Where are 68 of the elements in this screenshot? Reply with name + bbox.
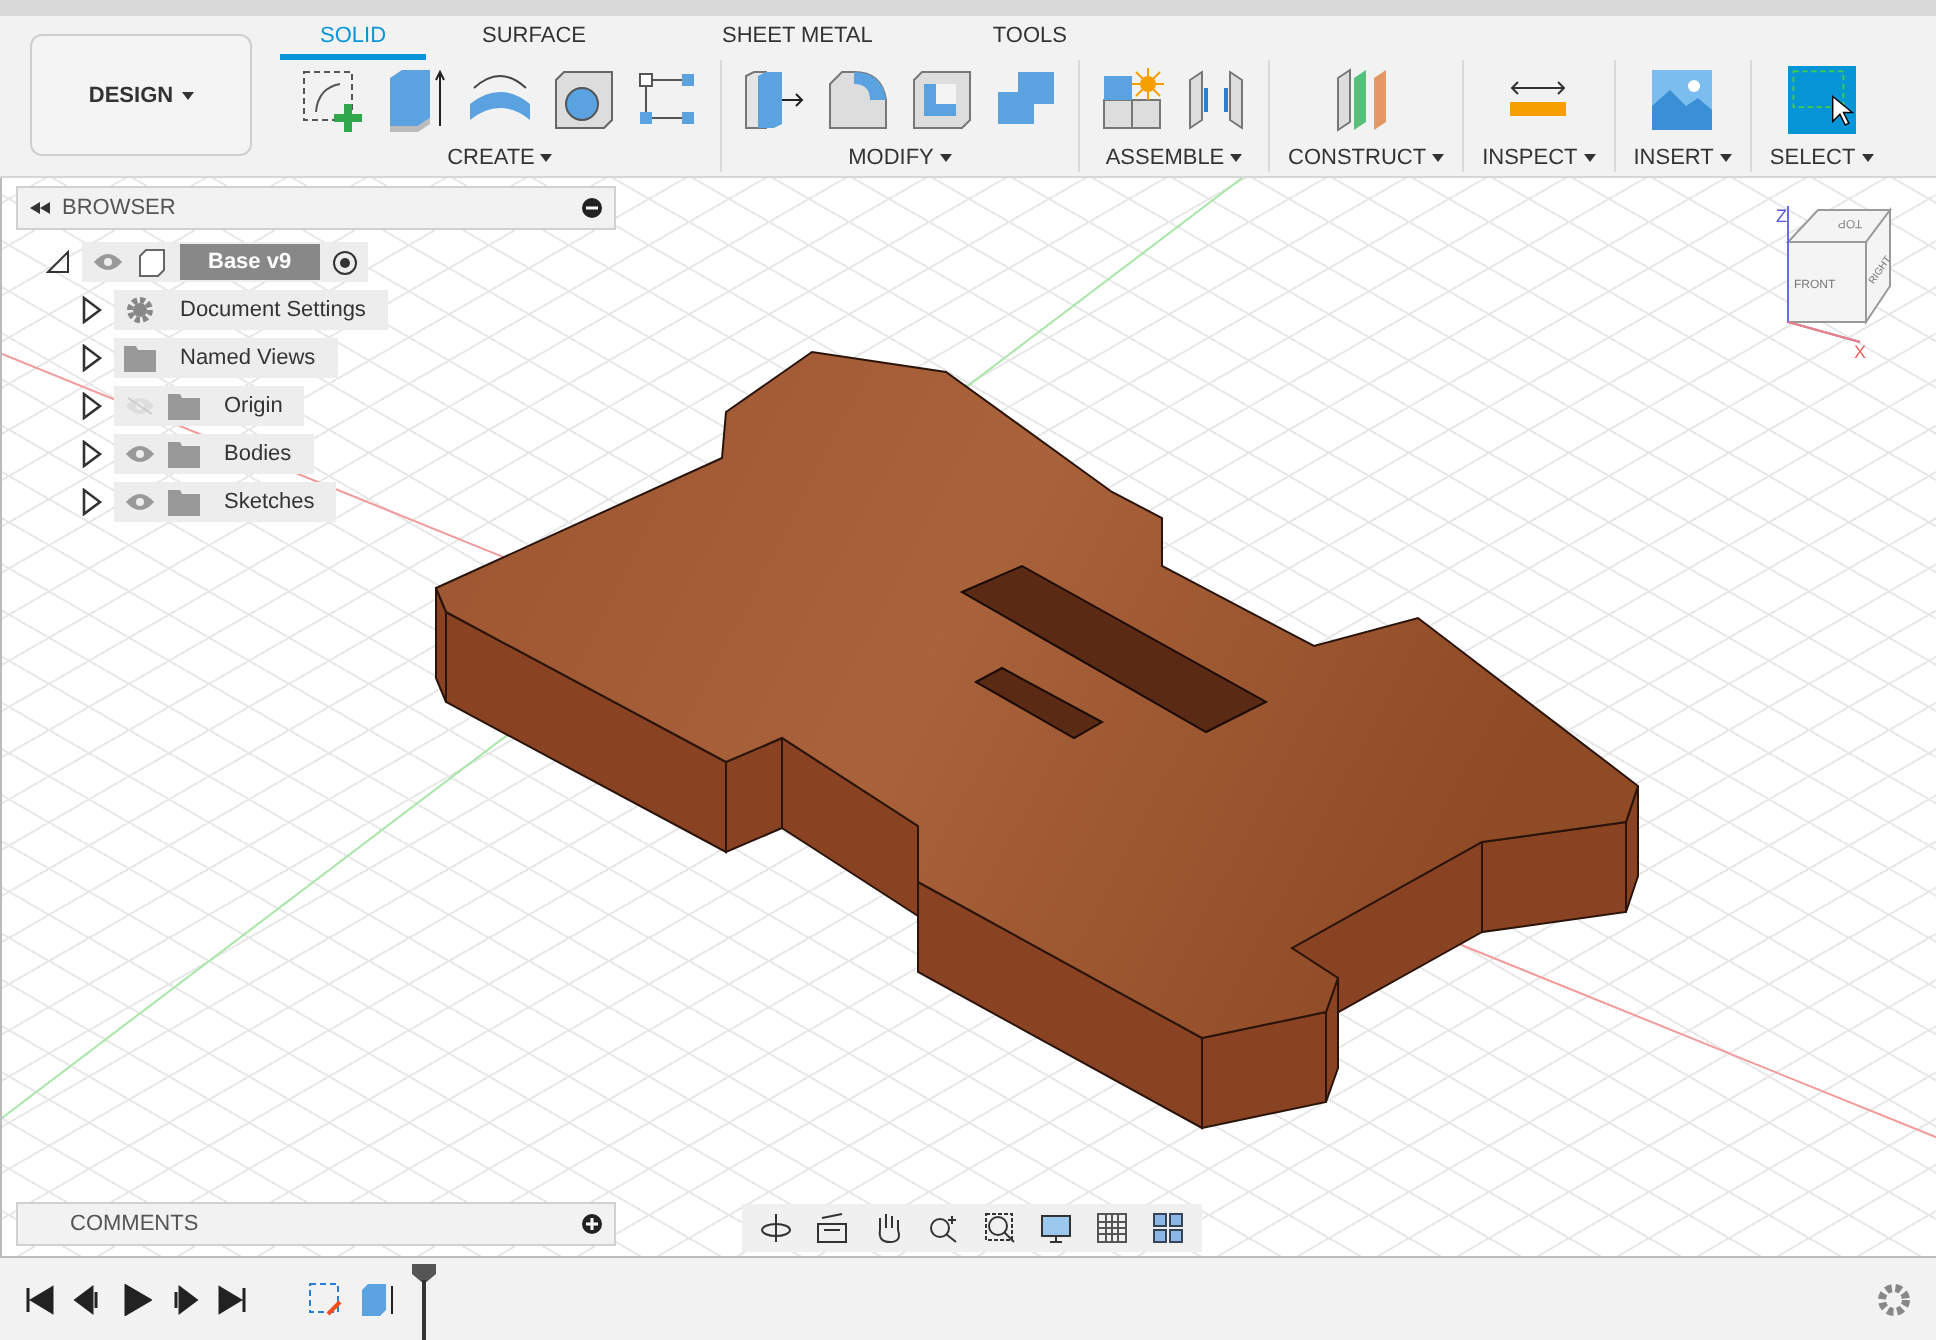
- orbit-icon: [760, 1212, 792, 1244]
- caret-icon: [1432, 154, 1445, 162]
- tool-group-menu[interactable]: MODIFY: [848, 146, 952, 170]
- play-icon[interactable]: [120, 1283, 152, 1315]
- panel-title: BROWSER: [62, 196, 178, 220]
- workspace-menu-button[interactable]: DESIGN: [30, 34, 252, 156]
- expand-icon[interactable]: [82, 440, 102, 468]
- caret-icon: [1719, 154, 1732, 162]
- expand-icon[interactable]: [82, 392, 102, 420]
- caret-icon: [1583, 154, 1596, 162]
- last-icon[interactable]: [216, 1283, 248, 1315]
- select-icon: [1787, 62, 1856, 138]
- tool-button[interactable]: [298, 66, 366, 134]
- toolbar-tab[interactable]: TOOLS: [952, 16, 1107, 60]
- expand-icon[interactable]: [82, 488, 102, 516]
- tool-group-menu[interactable]: SELECT: [1769, 146, 1874, 170]
- viewports-icon: [1152, 1212, 1184, 1244]
- previous-icon[interactable]: [72, 1283, 104, 1315]
- tool-group-menu[interactable]: INSERT: [1633, 146, 1732, 170]
- caret-icon: [181, 91, 194, 99]
- sketch-feature-icon[interactable]: [308, 1281, 344, 1317]
- caret-icon: [1861, 154, 1874, 162]
- camera-icon: [816, 1212, 848, 1244]
- caret-icon: [939, 154, 952, 162]
- settings-icon[interactable]: [1876, 1282, 1912, 1318]
- hole-icon: [552, 68, 616, 132]
- toolbar-tab[interactable]: SURFACE: [442, 16, 626, 60]
- extrude-feature-icon[interactable]: [360, 1281, 396, 1317]
- expand-icon[interactable]: [82, 296, 102, 324]
- ruler-icon: [1508, 80, 1569, 120]
- folder-icon: [124, 345, 156, 371]
- collapse-panel-icon[interactable]: [30, 202, 50, 214]
- zoom-icon: [928, 1212, 960, 1244]
- tool-group-menu[interactable]: INSPECT: [1482, 146, 1596, 170]
- folder-icon: [168, 441, 200, 467]
- expand-icon[interactable]: [82, 344, 102, 372]
- folder-icon: [168, 393, 200, 419]
- caret-icon: [1230, 154, 1243, 162]
- pattern-icon: [638, 72, 698, 128]
- toolbar-tab[interactable]: SHEET METAL: [681, 16, 913, 60]
- tool-button[interactable]: [550, 66, 618, 134]
- tool-button[interactable]: [1787, 66, 1856, 134]
- panel-title: COMMENTS: [68, 1212, 201, 1236]
- tool-group-menu[interactable]: ASSEMBLE: [1105, 146, 1243, 170]
- image-icon: [1652, 70, 1713, 130]
- zoom-window-icon: [984, 1212, 1016, 1244]
- tree-item[interactable]: Base v9: [180, 244, 320, 280]
- component-icon: [136, 246, 168, 278]
- press-pull-icon: [742, 68, 806, 132]
- first-icon[interactable]: [24, 1283, 56, 1315]
- minimize-icon[interactable]: [582, 198, 602, 218]
- new-component-icon: [1100, 68, 1164, 132]
- caret-icon: [540, 154, 553, 162]
- sketch-icon: [300, 68, 364, 132]
- monitor-icon: [1040, 1212, 1072, 1244]
- extrude-icon: [384, 66, 448, 134]
- folder-icon: [168, 489, 200, 515]
- collapse-icon[interactable]: [46, 250, 70, 274]
- gear-icon: [124, 294, 156, 326]
- grid-icon: [1096, 1212, 1128, 1244]
- activate-radio-icon[interactable]: [331, 249, 358, 275]
- fillet-icon: [826, 68, 890, 132]
- timeline-marker-icon[interactable]: [412, 1259, 436, 1339]
- tool-group-menu[interactable]: CREATE: [447, 146, 553, 170]
- tool-group-menu[interactable]: CONSTRUCT: [1288, 146, 1445, 170]
- shell-icon: [910, 68, 974, 132]
- add-icon[interactable]: [582, 1214, 602, 1234]
- joint-icon: [1186, 68, 1246, 132]
